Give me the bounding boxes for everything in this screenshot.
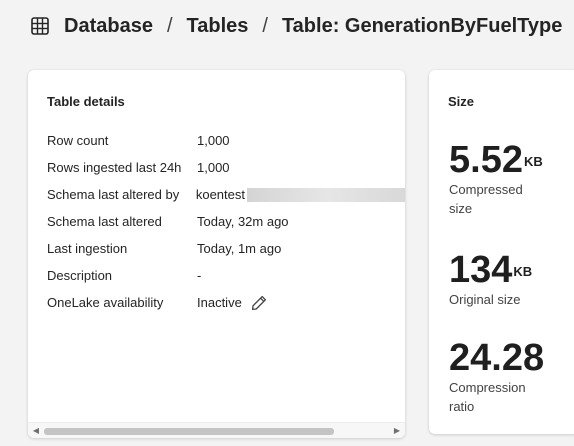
detail-row-schema-altered: Schema last altered Today, 32m ago: [47, 208, 405, 235]
breadcrumb-item-database[interactable]: Database: [64, 15, 153, 38]
scroll-right-icon[interactable]: ▶: [392, 426, 402, 436]
size-title: Size: [448, 94, 475, 109]
pencil-edit-icon[interactable]: [250, 294, 268, 312]
detail-value: Today, 1m ago: [197, 241, 282, 256]
metric-number: 134: [449, 249, 513, 291]
breadcrumb-separator: /: [262, 14, 268, 37]
detail-value: 1,000: [197, 160, 230, 175]
detail-row-rows-ingested: Rows ingested last 24h 1,000: [47, 154, 405, 181]
detail-value-text: koentest: [195, 187, 245, 202]
detail-key: OneLake availability: [47, 295, 164, 310]
metric-number: 24.28: [449, 337, 545, 379]
metric-unit: KB: [523, 154, 543, 169]
detail-key: Schema last altered: [47, 214, 162, 229]
detail-value: Today, 32m ago: [197, 214, 289, 229]
detail-value: Inactive: [197, 294, 268, 312]
detail-key: Description: [47, 268, 113, 283]
metric-number: 5.52: [449, 139, 523, 181]
metric-label: Original size: [449, 292, 521, 307]
table-details-list: Row count 1,000 Rows ingested last 24h 1…: [47, 127, 405, 316]
detail-row-onelake: OneLake availability Inactive: [47, 289, 405, 316]
breadcrumb-separator: /: [166, 14, 173, 37]
original-size-metric: 134KB Original size: [449, 250, 549, 309]
breadcrumb-item-table: Table: GenerationByFuelType: [281, 14, 563, 37]
redacted-region: [247, 187, 405, 202]
compression-ratio-metric: 24.28 Compression ratio: [449, 338, 549, 416]
size-card: Size 5.52KB Compressed size 134KB Origin…: [429, 70, 574, 434]
metric-value: 5.52KB: [449, 140, 549, 180]
detail-row-schema-altered-by: Schema last altered by koentest: [47, 181, 405, 208]
scroll-left-icon[interactable]: ◀: [31, 426, 41, 436]
detail-row-description: Description -: [47, 262, 405, 289]
detail-row-last-ingestion: Last ingestion Today, 1m ago: [47, 235, 405, 262]
metric-unit: KB: [513, 264, 533, 279]
detail-key: Row count: [47, 133, 109, 148]
detail-key: Rows ingested last 24h: [47, 160, 182, 175]
horizontal-scrollbar[interactable]: ◀ ▶: [28, 422, 405, 438]
detail-row-row-count: Row count 1,000: [47, 127, 405, 154]
table-details-card: Table details Row count 1,000 Rows inges…: [28, 70, 405, 438]
breadcrumb-item-tables[interactable]: Tables: [187, 15, 249, 38]
table-details-title: Table details: [47, 94, 125, 109]
table-grid-icon: [31, 17, 49, 35]
detail-value: 1,000: [197, 133, 230, 148]
metric-label: Compressed size: [449, 182, 523, 216]
metric-label: Compression ratio: [449, 380, 526, 414]
detail-value: koentest: [196, 187, 405, 202]
compressed-size-metric: 5.52KB Compressed size: [449, 140, 549, 218]
detail-value: -: [197, 268, 202, 283]
onelake-status: Inactive: [197, 295, 242, 310]
metric-value: 24.28: [449, 338, 549, 378]
metric-value: 134KB: [449, 250, 549, 290]
scrollbar-thumb[interactable]: [44, 428, 334, 435]
detail-key: Schema last altered by: [47, 187, 180, 202]
detail-key: Last ingestion: [47, 241, 128, 256]
breadcrumb: Database / Tables / Table: GenerationByF…: [30, 10, 562, 42]
